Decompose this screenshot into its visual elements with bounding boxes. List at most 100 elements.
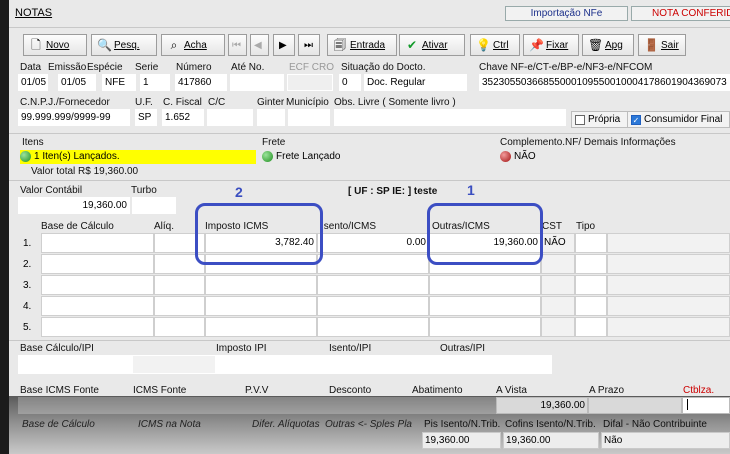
icms-fonte-field[interactable] — [132, 397, 244, 414]
divider — [9, 340, 730, 341]
isento-icms-cell[interactable] — [317, 275, 429, 295]
outras-icms-cell[interactable] — [429, 317, 541, 337]
ctblza-field[interactable] — [682, 397, 730, 414]
isento-icms-cell[interactable] — [317, 317, 429, 337]
novo-button[interactable]: 🗋 Novo — [23, 34, 87, 56]
footer-icms-nota-label: ICMS na Nota — [138, 419, 201, 430]
divider — [9, 180, 730, 181]
row-number: 2. — [23, 259, 32, 270]
cofins-field[interactable]: 19,360.00 — [503, 432, 599, 449]
cst-cell[interactable]: NÃO — [541, 233, 575, 253]
frete-status[interactable]: Frete Lançado — [262, 150, 341, 164]
base-calculo-cell[interactable] — [41, 296, 154, 316]
ecf-cro-field[interactable] — [287, 74, 333, 91]
itens-label: Itens — [22, 137, 44, 148]
isento-icms-cell[interactable]: 0.00 — [317, 233, 429, 253]
turbo-field[interactable] — [132, 197, 176, 214]
data-field[interactable]: 01/05 — [18, 74, 48, 91]
base-ipi-field[interactable] — [18, 355, 132, 374]
propria-checkbox[interactable]: Própria — [571, 111, 631, 128]
ipi-aliq-field[interactable] — [132, 355, 216, 374]
pvv-label: P.V.V — [245, 385, 269, 396]
fixar-button[interactable]: 📌 Fixar — [523, 34, 579, 56]
next-record-button[interactable]: ▶ — [273, 34, 295, 56]
outras-icms-cell[interactable] — [429, 296, 541, 316]
cc-field[interactable] — [207, 109, 253, 126]
a-vista-field[interactable]: 19,360.00 — [496, 397, 588, 414]
aliq-cell[interactable] — [154, 317, 205, 337]
previous-record-button[interactable]: ◀ — [250, 34, 269, 56]
municipio-field[interactable] — [288, 109, 330, 126]
abatimento-label: Abatimento — [412, 385, 463, 396]
especie-field[interactable]: NFE — [102, 74, 136, 91]
numero-field[interactable]: 417860 — [175, 74, 227, 91]
ate-no-field[interactable] — [230, 74, 284, 91]
base-icms-fonte-field[interactable] — [18, 397, 132, 414]
propria-checkbox-box — [575, 114, 585, 125]
imposto-icms-cell[interactable] — [205, 296, 317, 316]
uf-field[interactable]: SP — [135, 109, 157, 126]
tipo-cell[interactable] — [575, 233, 607, 253]
valor-contabil-field[interactable]: 19,360.00 — [18, 197, 130, 214]
footer-base-label: Base de Cálculo — [22, 419, 95, 430]
cst-cell[interactable] — [541, 275, 575, 295]
first-arrow-icon: ⏮ — [232, 39, 241, 51]
ctblza-label: Ctblza. — [683, 385, 715, 396]
apg-button[interactable]: 🗑 Apg — [582, 34, 634, 56]
base-calculo-cell[interactable] — [41, 317, 154, 337]
pis-field[interactable]: 19,360.00 — [422, 432, 501, 449]
cst-cell[interactable] — [541, 317, 575, 337]
first-record-button[interactable]: ⏮ — [228, 34, 247, 56]
cnpj-field[interactable]: 99.999.999/9999-99 — [18, 109, 130, 126]
entrada-button[interactable]: 🗐 Entrada — [327, 34, 397, 56]
tipo-cell[interactable] — [575, 254, 607, 274]
outras-icms-cell[interactable] — [429, 275, 541, 295]
tab-nota-conferida[interactable]: NOTA CONFERIDA — [631, 6, 730, 21]
complemento-status[interactable]: NÃO — [500, 150, 536, 164]
ativar-button[interactable]: ✔ Ativar — [399, 34, 465, 56]
emissao-field[interactable]: 01/05 — [58, 74, 96, 91]
row-number: 3. — [23, 280, 32, 291]
imposto-ipi-field[interactable] — [216, 355, 328, 374]
tipo-cell[interactable] — [575, 296, 607, 316]
acha-button[interactable]: ⌕ Acha — [161, 34, 225, 56]
tipo-cell[interactable] — [575, 275, 607, 295]
a-prazo-field[interactable] — [588, 397, 682, 414]
sair-button[interactable]: 🚪 Sair — [638, 34, 686, 56]
pesq-button[interactable]: 🔍 Pesq. — [91, 34, 157, 56]
base-calculo-cell[interactable] — [41, 233, 154, 253]
desconto-field[interactable] — [328, 397, 412, 414]
aliq-cell[interactable] — [154, 296, 205, 316]
ctrl-button[interactable]: 💡 Ctrl — [470, 34, 520, 56]
isento-icms-cell[interactable] — [317, 254, 429, 274]
data-label: Data — [20, 62, 42, 73]
situacao-code-field[interactable]: 0 — [339, 74, 361, 91]
document-entry-icon: 🗐 — [334, 38, 346, 52]
situacao-label: Situação do Docto. — [341, 62, 426, 73]
ginter-field[interactable] — [257, 109, 285, 126]
tipo-cell[interactable] — [575, 317, 607, 337]
base-calculo-cell[interactable] — [41, 275, 154, 295]
tab-importacao-nfe[interactable]: Importação NFe — [505, 6, 628, 21]
pvv-field[interactable] — [244, 397, 328, 414]
last-record-button[interactable]: ⏭ — [298, 34, 320, 56]
isento-ipi-field[interactable] — [328, 355, 440, 374]
imposto-icms-cell[interactable] — [205, 275, 317, 295]
obs-field[interactable] — [334, 109, 566, 126]
row-number: 5. — [23, 322, 32, 333]
serie-field[interactable]: 1 — [140, 74, 170, 91]
situacao-field[interactable]: Doc. Regular — [364, 74, 467, 91]
aliq-cell[interactable] — [154, 275, 205, 295]
cst-cell[interactable] — [541, 296, 575, 316]
difal-field[interactable]: Não — [601, 432, 730, 449]
chave-field[interactable]: 3523055036685500010955001000417860190436… — [479, 74, 730, 91]
abatimento-field[interactable] — [412, 397, 496, 414]
outras-ipi-field[interactable] — [440, 355, 552, 374]
cfiscal-field[interactable]: 1.652 — [162, 109, 204, 126]
base-calculo-cell[interactable] — [41, 254, 154, 274]
itens-status[interactable]: 1 Iten(s) Lançados. — [20, 150, 256, 164]
isento-icms-cell[interactable] — [317, 296, 429, 316]
consumidor-final-checkbox[interactable]: ✓ Consumidor Final — [627, 111, 730, 128]
cst-cell[interactable] — [541, 254, 575, 274]
imposto-icms-cell[interactable] — [205, 317, 317, 337]
